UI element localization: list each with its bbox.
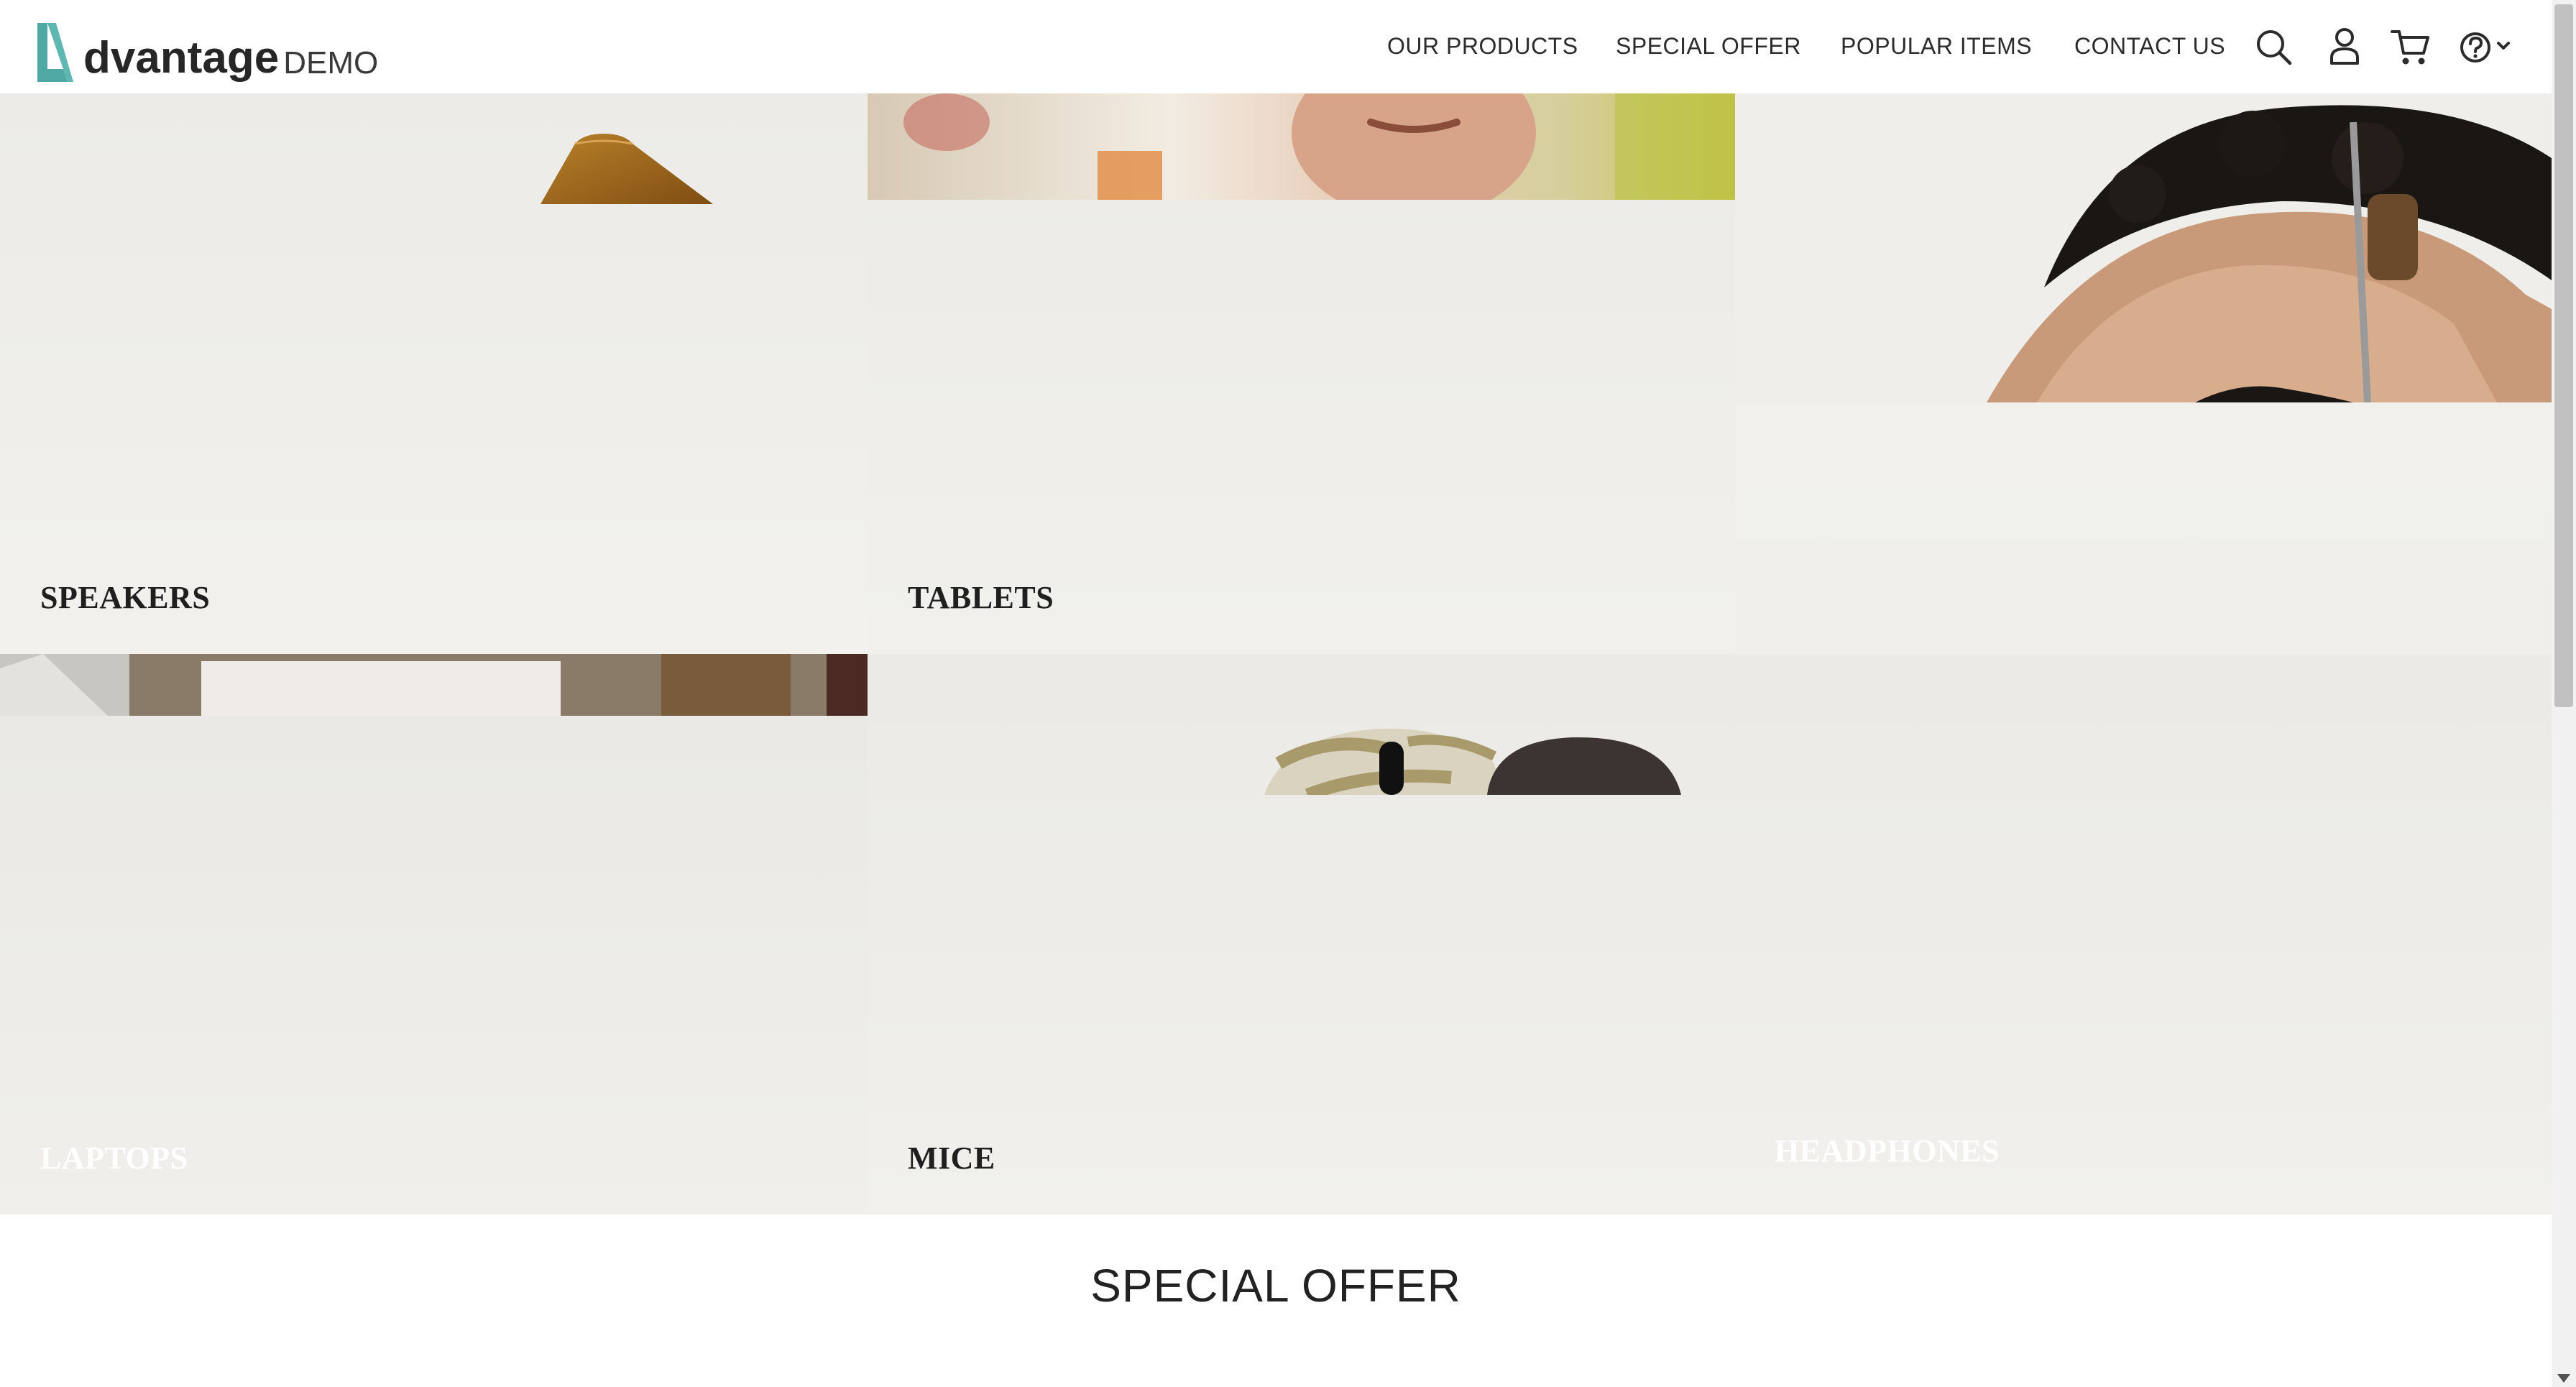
search-icon[interactable] xyxy=(2251,24,2297,70)
scroll-down-arrow-icon[interactable] xyxy=(2557,1374,2570,1383)
mice-image-fragment xyxy=(1264,728,1681,795)
nav-special-offer[interactable]: SPECIAL OFFER xyxy=(1616,33,1801,60)
scrollbar-thumb[interactable] xyxy=(2554,4,2573,707)
category-mice[interactable]: MICE HEADPHONES xyxy=(868,654,2552,1215)
category-label-speakers: SPEAKERS xyxy=(40,580,211,615)
nav-contact-us[interactable]: CONTACT US xyxy=(2074,33,2225,60)
logo[interactable]: dvantage DEMO xyxy=(32,13,378,85)
speaker-image-fragment xyxy=(540,134,713,204)
page-scrollbar[interactable] xyxy=(2552,0,2576,1387)
category-label-laptops: LAPTOPS xyxy=(40,1141,188,1176)
logo-word: dvantage xyxy=(83,33,280,83)
nav-our-products[interactable]: OUR PRODUCTS xyxy=(1387,33,1578,60)
site-header: dvantage DEMO OUR PRODUCTS SPECIAL OFFER… xyxy=(0,0,2552,93)
tablet-image-fragment xyxy=(868,93,1735,200)
category-label-headphones[interactable]: HEADPHONES xyxy=(1775,1133,2000,1169)
special-offer-heading: SPECIAL OFFER xyxy=(1090,1260,1461,1312)
category-laptops[interactable]: LAPTOPS xyxy=(0,654,868,1215)
cart-icon[interactable] xyxy=(2388,24,2434,70)
category-label-tablets: TABLETS xyxy=(908,580,1054,615)
category-headphones-image[interactable] xyxy=(1735,93,2552,654)
nav-popular-items[interactable]: POPULAR ITEMS xyxy=(1841,33,2032,60)
category-tablets[interactable]: TABLETS xyxy=(868,93,1735,654)
logo-demo: DEMO xyxy=(283,45,379,80)
headphones-image-fragment xyxy=(1735,93,2552,402)
category-label-mice: MICE xyxy=(908,1141,995,1176)
logo-mark-icon xyxy=(37,23,73,82)
user-icon[interactable] xyxy=(2322,23,2368,69)
chevron-down-icon xyxy=(2497,42,2510,50)
help-icon[interactable] xyxy=(2455,26,2521,72)
laptop-image-fragment xyxy=(0,654,868,716)
category-speakers[interactable]: SPEAKERS xyxy=(0,93,868,654)
